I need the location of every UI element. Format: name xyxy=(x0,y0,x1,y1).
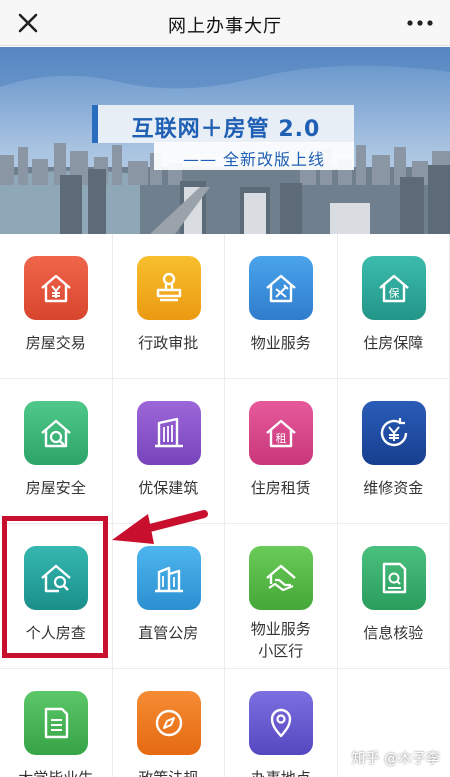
service-house-safety[interactable]: 房屋安全 xyxy=(0,379,113,524)
service-label: 房屋交易 xyxy=(25,334,86,352)
banner-slogan: 互联网＋房管 2.0 xyxy=(131,117,321,142)
svg-text:租: 租 xyxy=(276,432,287,445)
service-community[interactable]: 物业服务 小区行 xyxy=(225,524,338,669)
house-rent-icon: 租 xyxy=(249,401,313,465)
service-label: 住房保障 xyxy=(363,334,424,352)
service-policy[interactable]: 政策法规 xyxy=(113,669,225,777)
stamp-icon xyxy=(136,256,201,320)
service-label: 优保建筑 xyxy=(138,479,199,497)
service-label: 物业服务 小区行 xyxy=(250,620,311,660)
service-label: 行政审批 xyxy=(138,334,199,352)
service-label: 信息核验 xyxy=(363,624,424,642)
service-label: 房屋安全 xyxy=(25,479,86,497)
slogan-box: 互联网＋房管 2.0 xyxy=(92,105,354,143)
house-tools-icon xyxy=(249,256,313,320)
watermark: 知乎 @木子李 xyxy=(351,751,440,767)
location-icon xyxy=(249,691,313,755)
compass-icon xyxy=(136,691,201,755)
public-house-icon xyxy=(136,546,201,610)
service-house-rent[interactable]: 租 住房租赁 xyxy=(225,379,338,524)
house-yuan-icon xyxy=(24,256,88,320)
service-label: 大学毕业生 xyxy=(0,767,112,777)
service-label: 政策法规 xyxy=(113,767,225,777)
page-title: 网上办事大厅 xyxy=(168,16,282,37)
service-label: 住房租赁 xyxy=(250,479,311,497)
service-property[interactable]: 物业服务 xyxy=(225,234,338,379)
highlight-box xyxy=(2,516,108,658)
arrow-icon xyxy=(112,510,208,544)
document-check-icon xyxy=(361,546,426,610)
subslogan-box: —— 全新改版上线 xyxy=(154,142,354,170)
document-icon xyxy=(24,691,88,755)
banner[interactable]: 互联网＋房管 2.0 —— 全新改版上线 xyxy=(0,47,450,234)
house-safety-icon xyxy=(24,401,88,465)
yuan-cycle-icon xyxy=(361,401,426,465)
svg-text:保: 保 xyxy=(388,286,399,300)
service-label: 维修资金 xyxy=(363,479,424,497)
service-graduate[interactable]: 大学毕业生 xyxy=(0,669,113,777)
service-house-trade[interactable]: 房屋交易 xyxy=(0,234,113,379)
service-housing-security[interactable]: 保 住房保障 xyxy=(337,234,450,379)
more-icon[interactable] xyxy=(404,9,436,37)
house-shield-icon: 保 xyxy=(361,256,426,320)
service-label: 办事地点 xyxy=(225,767,337,777)
top-bar: 网上办事大厅 xyxy=(0,0,450,46)
service-label: 物业服务 xyxy=(250,334,311,352)
building-icon xyxy=(136,401,201,465)
banner-subslogan: —— 全新改版上线 xyxy=(182,150,326,169)
service-admin-approval[interactable]: 行政审批 xyxy=(112,234,225,379)
community-icon xyxy=(249,546,313,610)
service-info-verify[interactable]: 信息核验 xyxy=(337,524,450,669)
service-label: 直管公房 xyxy=(138,624,199,642)
service-maintenance-fund[interactable]: 维修资金 xyxy=(337,379,450,524)
service-office-location[interactable]: 办事地点 xyxy=(225,669,338,777)
